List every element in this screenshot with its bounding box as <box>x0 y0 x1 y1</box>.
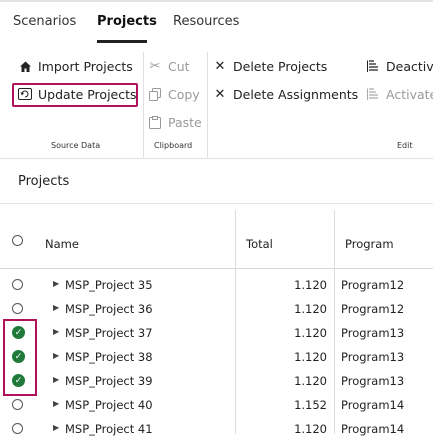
expand-caret-icon[interactable]: ▶ <box>53 279 59 288</box>
project-total: 1.152 <box>294 398 327 412</box>
project-name: MSP_Project 38 <box>65 350 153 364</box>
deactivate-button[interactable]: Deactiv <box>366 55 433 77</box>
import-projects-label: Import Projects <box>38 58 133 74</box>
expand-caret-icon[interactable]: ▶ <box>53 327 59 336</box>
ribbon-separator <box>143 52 144 158</box>
list-icon <box>366 87 380 101</box>
window-top-border <box>0 0 433 2</box>
project-name: MSP_Project 39 <box>65 374 153 388</box>
project-total: 1.120 <box>294 350 327 364</box>
delete-assignments-button[interactable]: ✕ Delete Assignments <box>213 83 359 105</box>
project-program: Program13 <box>341 350 405 364</box>
delete-assignments-label: Delete Assignments <box>233 86 359 102</box>
row-select-radio[interactable] <box>12 423 23 434</box>
activate-label: Activate <box>386 86 433 102</box>
project-total: 1.120 <box>294 374 327 388</box>
row-select-radio[interactable] <box>12 279 23 290</box>
activate-button[interactable]: Activate <box>366 83 433 105</box>
table-header: Name Total Program <box>0 210 433 269</box>
delete-projects-label: Delete Projects <box>233 58 328 74</box>
paste-label: Paste <box>168 114 202 130</box>
project-name: MSP_Project 36 <box>65 302 153 316</box>
clipboard-group-label: Clipboard <box>154 141 193 150</box>
ribbon-bottom-border <box>0 158 433 159</box>
delete-projects-button[interactable]: ✕ Delete Projects <box>213 55 328 77</box>
project-program: Program13 <box>341 374 405 388</box>
project-program: Program12 <box>341 278 405 292</box>
edit-group-label: Edit <box>397 141 413 150</box>
project-total: 1.120 <box>294 326 327 340</box>
expand-caret-icon[interactable]: ▶ <box>53 351 59 360</box>
project-total: 1.120 <box>294 278 327 292</box>
cut-button[interactable]: ✂ Cut <box>148 55 190 77</box>
project-program: Program13 <box>341 326 405 340</box>
project-name: MSP_Project 40 <box>65 398 153 412</box>
tab-projects[interactable]: Projects <box>97 14 157 29</box>
copy-label: Copy <box>168 86 200 102</box>
table-row[interactable]: ✓ ▶ MSP_Project 37 1.120 Program13 <box>0 322 433 346</box>
paste-icon <box>148 115 162 129</box>
table-row[interactable]: ▶ MSP_Project 40 1.152 Program14 <box>0 394 433 418</box>
home-icon <box>18 59 32 73</box>
expand-caret-icon[interactable]: ▶ <box>53 375 59 384</box>
project-program: Program12 <box>341 302 405 316</box>
project-total: 1.120 <box>294 302 327 316</box>
update-projects-highlight <box>12 83 138 107</box>
select-all-radio[interactable] <box>12 235 23 246</box>
column-header-name[interactable]: Name <box>45 237 79 251</box>
panel-title: Projects <box>18 174 70 189</box>
copy-button[interactable]: Copy <box>148 83 200 105</box>
active-tab-indicator <box>97 40 147 43</box>
copy-icon <box>148 87 162 101</box>
table-row[interactable]: ▶ MSP_Project 36 1.120 Program12 <box>0 298 433 322</box>
column-header-program[interactable]: Program <box>345 237 394 251</box>
close-icon: ✕ <box>214 86 226 102</box>
row-select-radio[interactable] <box>12 399 23 410</box>
table-row[interactable]: ▶ MSP_Project 35 1.120 Program12 <box>0 274 433 298</box>
cut-label: Cut <box>168 58 190 74</box>
ribbon-separator <box>207 52 208 158</box>
project-name: MSP_Project 35 <box>65 278 153 292</box>
project-name: MSP_Project 37 <box>65 326 153 340</box>
project-program: Program14 <box>341 398 405 412</box>
list-icon <box>366 59 380 73</box>
source-data-group-label: Source Data <box>51 141 101 150</box>
tab-resources[interactable]: Resources <box>173 14 239 29</box>
import-projects-button[interactable]: Import Projects <box>18 55 133 77</box>
scissors-icon: ✂ <box>149 58 161 74</box>
expand-caret-icon[interactable]: ▶ <box>53 423 59 432</box>
tab-scenarios[interactable]: Scenarios <box>13 14 76 29</box>
close-icon: ✕ <box>214 58 226 74</box>
table-row[interactable]: ▶ MSP_Project 41 1.120 Program14 <box>0 418 433 442</box>
row-select-radio[interactable] <box>12 303 23 314</box>
column-header-total[interactable]: Total <box>246 237 273 251</box>
table-row[interactable]: ✓ ▶ MSP_Project 38 1.120 Program13 <box>0 346 433 370</box>
paste-button[interactable]: Paste <box>148 111 202 133</box>
table-row[interactable]: ✓ ▶ MSP_Project 39 1.120 Program13 <box>0 370 433 394</box>
expand-caret-icon[interactable]: ▶ <box>53 399 59 408</box>
selection-highlight <box>3 319 37 396</box>
expand-caret-icon[interactable]: ▶ <box>53 303 59 312</box>
deactivate-label: Deactiv <box>386 58 433 74</box>
